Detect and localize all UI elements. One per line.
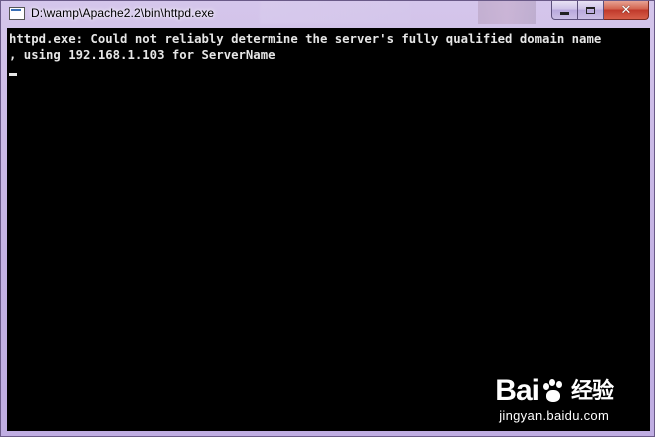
baidu-jingyan-watermark: Bai 经验 jingyan.baidu.com bbox=[495, 374, 614, 424]
console-line: httpd.exe: Could not reliably determine … bbox=[9, 32, 602, 46]
minimize-button[interactable] bbox=[551, 1, 578, 20]
watermark-url: jingyan.baidu.com bbox=[499, 408, 610, 423]
window-controls: ✕ bbox=[551, 1, 649, 21]
close-icon: ✕ bbox=[620, 2, 632, 18]
minimize-icon bbox=[560, 11, 569, 15]
text-cursor bbox=[9, 73, 17, 76]
title-bar[interactable]: D:\wamp\Apache2.2\bin\httpd.exe ✕ bbox=[1, 1, 654, 27]
watermark-logo-cn: 经验 bbox=[570, 378, 614, 403]
maximize-button[interactable] bbox=[578, 1, 604, 20]
console-output: httpd.exe: Could not reliably determine … bbox=[9, 31, 601, 63]
window-title: D:\wamp\Apache2.2\bin\httpd.exe bbox=[31, 6, 215, 20]
console-output-area[interactable]: httpd.exe: Could not reliably determine … bbox=[7, 28, 650, 431]
paw-icon bbox=[541, 379, 565, 403]
close-button[interactable]: ✕ bbox=[604, 1, 649, 20]
console-line: , using 192.168.1.103 for ServerName bbox=[9, 48, 276, 62]
window-right-border bbox=[650, 28, 655, 431]
watermark-logo-text: Bai bbox=[495, 374, 540, 407]
maximize-icon bbox=[586, 6, 595, 14]
console-window-icon[interactable] bbox=[9, 7, 25, 20]
console-window: D:\wamp\Apache2.2\bin\httpd.exe ✕ httpd.… bbox=[0, 0, 655, 437]
watermark-logo: Bai 经验 bbox=[495, 374, 614, 407]
